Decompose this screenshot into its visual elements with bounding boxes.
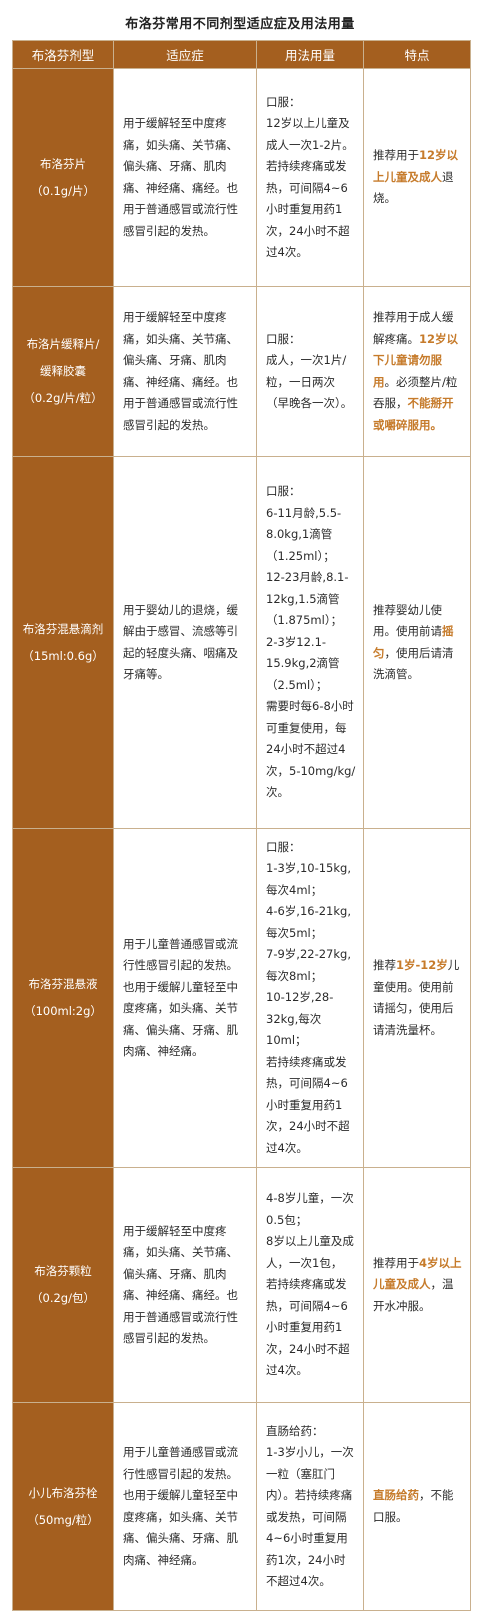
- table-row: 布洛片缓释片/缓释胶囊（0.2g/片/粒） 用于缓解轻至中度疼痛，如头痛、关节痛…: [12, 286, 471, 457]
- header-indication: 适应症: [113, 40, 257, 69]
- dosage-line: 1-3岁,10-15kg,每次4ml；: [266, 861, 351, 897]
- dosage-line: 口服：: [266, 94, 301, 109]
- header-dosage: 用法用量: [256, 40, 364, 69]
- row-feature: 直肠给药，不能口服。: [363, 1402, 471, 1611]
- row-type: 布洛芬颗粒（0.2g/包）: [12, 1167, 114, 1403]
- dosage-line: 4-8岁儿童，一次0.5包；: [266, 1191, 354, 1227]
- dosage-line: 12-23月龄,8.1-12kg,1.5滴管（1.875ml）；: [266, 570, 349, 628]
- header-row: 布洛芬剂型 适应症 用法用量 特点: [12, 40, 471, 69]
- table-row: 布洛芬混悬液（100ml:2g） 用于儿童普通感冒或流行性感冒引起的发热。也用于…: [12, 828, 471, 1168]
- row-indication: 用于儿童普通感冒或流行性感冒引起的发热。也用于缓解儿童轻至中度疼痛，如头痛、关节…: [113, 1402, 257, 1611]
- dosage-line: 需要时每6-8小时可重复使用，每24小时不超过4次，5-10mg/kg/次。: [266, 699, 356, 800]
- row-type: 布洛芬混悬滴剂（15ml:0.6g）: [12, 456, 114, 829]
- dosage-line: 若持续疼痛或发热，可间隔4~6小时重复用药1次，24小时不超过4次。: [266, 1277, 350, 1378]
- row-type: 小儿布洛芬栓（50mg/粒）: [12, 1402, 114, 1611]
- row-feature: 推荐1岁-12岁儿童使用。使用前请摇匀，使用后请清洗量杯。: [363, 828, 471, 1168]
- table-row: 小儿布洛芬栓（50mg/粒） 用于儿童普通感冒或流行性感冒引起的发热。也用于缓解…: [12, 1402, 471, 1611]
- row-indication: 用于缓解轻至中度疼痛，如头痛、关节痛、偏头痛、牙痛、肌肉痛、神经痛、痛经。也用于…: [113, 68, 257, 287]
- dosage-line: 若持续疼痛或发热，可间隔4~6小时重复用药1次，24小时不超过4次。: [266, 1054, 350, 1155]
- row-indication: 用于婴幼儿的退烧，缓解由于感冒、流感等引起的轻度头痛、咽痛及牙痛等。: [113, 456, 257, 829]
- header-type: 布洛芬剂型: [12, 40, 114, 69]
- feature-text: 推荐用于: [373, 148, 419, 163]
- dosage-line: 10-12岁,28-32kg,每次10ml；: [266, 990, 334, 1048]
- dosage-line: 2-3岁12.1-15.9kg,2滴管（2.5ml）；: [266, 634, 340, 692]
- table-row: 布洛芬颗粒（0.2g/包） 用于缓解轻至中度疼痛，如头痛、关节痛、偏头痛、牙痛、…: [12, 1167, 471, 1403]
- ibuprofen-table: 布洛芬剂型 适应症 用法用量 特点 布洛芬片（0.1g/片） 用于缓解轻至中度疼…: [12, 40, 471, 1611]
- dosage-line: 若持续疼痛或发热，可间隔4~6小时重复用药1次，24小时不超过4次。: [266, 159, 350, 259]
- dosage-line: 12岁以上儿童及成人一次1-2片。: [266, 116, 354, 152]
- row-dosage: 直肠给药： 1-3岁小儿，一次一粒（塞肛门内）。若持续疼痛或发热，可间隔4~6小时…: [256, 1402, 364, 1611]
- dosage-line: 直肠给药：: [266, 1423, 324, 1438]
- row-feature: 推荐用于12岁以上儿童及成人退烧。: [363, 68, 471, 287]
- row-indication: 用于儿童普通感冒或流行性感冒引起的发热。也用于缓解儿童轻至中度疼痛，如头痛、关节…: [113, 828, 257, 1168]
- row-feature: 推荐用于4岁以上儿童及成人，温开水冲服。: [363, 1167, 471, 1403]
- dosage-line: 成人，一次1片/粒，一日两次（早晚各一次）。: [266, 353, 353, 410]
- row-type: 布洛芬片（0.1g/片）: [12, 68, 114, 287]
- row-dosage: 口服： 成人，一次1片/粒，一日两次（早晚各一次）。: [256, 286, 364, 457]
- dosage-line: 1-3岁小儿，一次一粒（塞肛门内）。若持续疼痛或发热，可间隔4~6小时重复用药1…: [266, 1445, 354, 1588]
- feature-highlight: 1岁-12岁: [396, 958, 448, 972]
- row-indication: 用于缓解轻至中度疼痛，如头痛、关节痛、偏头痛、牙痛、肌肉痛、神经痛、痛经。也用于…: [113, 1167, 257, 1403]
- feature-text: 推荐用于: [373, 1255, 419, 1270]
- row-type: 布洛芬混悬液（100ml:2g）: [12, 828, 114, 1168]
- header-feature: 特点: [363, 40, 471, 69]
- row-dosage: 口服： 6-11月龄,5.5-8.0kg,1滴管（1.25ml）； 12-23月龄,…: [256, 456, 364, 829]
- table-row: 布洛芬片（0.1g/片） 用于缓解轻至中度疼痛，如头痛、关节痛、偏头痛、牙痛、肌…: [12, 68, 471, 287]
- row-type: 布洛片缓释片/缓释胶囊（0.2g/片/粒）: [12, 286, 114, 457]
- feature-text: 推荐: [373, 958, 396, 972]
- dosage-line: 口服：: [266, 484, 301, 499]
- row-indication: 用于缓解轻至中度疼痛，如头痛、关节痛、偏头痛、牙痛、肌肉痛、神经痛、痛经。也用于…: [113, 286, 257, 457]
- dosage-line: 7-9岁,22-27kg,每次8ml；: [266, 947, 351, 983]
- row-dosage: 口服： 12岁以上儿童及成人一次1-2片。若持续疼痛或发热，可间隔4~6小时重复用…: [256, 68, 364, 287]
- row-feature: 推荐用于成人缓解疼痛。12岁以下儿童请勿服用。必须整片/粒吞服，不能掰开或嚼碎服…: [363, 286, 471, 457]
- dosage-line: 6-11月龄,5.5-8.0kg,1滴管（1.25ml）；: [266, 505, 342, 563]
- row-dosage: 口服： 1-3岁,10-15kg,每次4ml； 4-6岁,16-21kg,每次5ml…: [256, 828, 364, 1168]
- dosage-line: 口服：: [266, 839, 301, 854]
- dosage-line: 4-6岁,16-21kg,每次5ml；: [266, 904, 351, 940]
- table-row: 布洛芬混悬滴剂（15ml:0.6g） 用于婴幼儿的退烧，缓解由于感冒、流感等引起…: [12, 456, 471, 829]
- feature-text: 推荐婴幼儿使用。使用前请: [373, 602, 442, 639]
- dosage-line: 8岁以上儿童及成人，一次1包，: [266, 1234, 354, 1270]
- page-title: 布洛芬常用不同剂型适应症及用法用量: [125, 17, 355, 32]
- row-feature: 推荐婴幼儿使用。使用前请摇匀，使用后请清洗滴管。: [363, 456, 471, 829]
- feature-text: ，使用后请清洗滴管。: [373, 645, 454, 682]
- dosage-line: 口服：: [266, 331, 301, 346]
- feature-highlight: 直肠给药: [373, 1488, 419, 1502]
- row-dosage: 4-8岁儿童，一次0.5包； 8岁以上儿童及成人，一次1包， 若持续疼痛或发热，可间…: [256, 1167, 364, 1403]
